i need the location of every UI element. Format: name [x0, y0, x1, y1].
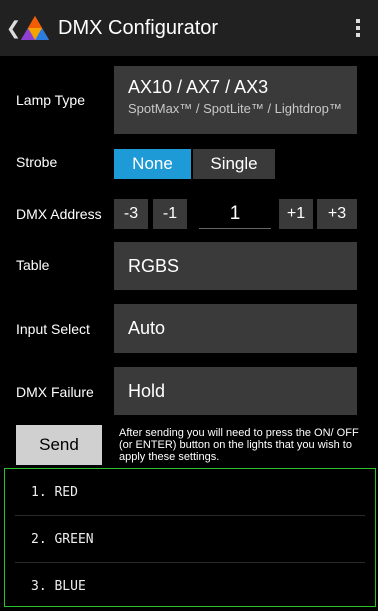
- lamp-type-value: AX10 / AX7 / AX3: [128, 77, 269, 97]
- strobe-single-button[interactable]: Single: [193, 149, 275, 179]
- list-item-red[interactable]: 1. RED: [15, 469, 365, 516]
- table-value: RGBS: [128, 255, 180, 276]
- table-select[interactable]: RGBS: [114, 242, 357, 290]
- address-plus-3-button[interactable]: +3: [317, 199, 357, 229]
- app-title: DMX Configurator: [58, 16, 219, 39]
- dmx-failure-select[interactable]: Hold: [114, 367, 357, 415]
- list-item-green[interactable]: 2. GREEN: [15, 516, 365, 563]
- more-vert-icon[interactable]: [346, 12, 370, 44]
- dmx-failure-value: Hold: [128, 380, 166, 401]
- input-select-value: Auto: [128, 318, 166, 338]
- color-list: 1. RED 2. GREEN 3. BLUE: [4, 468, 376, 607]
- lamp-type-select[interactable]: AX10 / AX7 / AX3 SpotMax™ / SpotLite™ / …: [114, 66, 357, 134]
- chevron-left-icon[interactable]: ❮: [6, 18, 21, 39]
- strobe-label: Strobe: [16, 154, 58, 170]
- lamp-type-subtitle: SpotMax™ / SpotLite™ / Lightdrop™: [128, 101, 342, 116]
- app-bar: ❮ DMX Configurator: [0, 0, 378, 56]
- strobe-none-button[interactable]: None: [114, 149, 191, 179]
- address-plus-1-button[interactable]: +1: [279, 199, 313, 229]
- table-label: Table: [16, 257, 50, 273]
- app-logo: [21, 16, 49, 40]
- dmx-failure-label: DMX Failure: [16, 384, 94, 400]
- list-item-blue[interactable]: 3. BLUE: [15, 563, 365, 609]
- dmx-address-input[interactable]: 1: [199, 199, 271, 229]
- address-minus-1-button[interactable]: -1: [153, 199, 187, 229]
- input-select-label: Input Select: [16, 321, 90, 337]
- address-minus-3-button[interactable]: -3: [114, 199, 148, 229]
- send-button[interactable]: Send: [16, 425, 102, 465]
- send-note: After sending you will need to press the…: [119, 427, 359, 463]
- lamp-type-label: Lamp Type: [16, 92, 86, 108]
- input-select-select[interactable]: Auto: [114, 304, 357, 353]
- dmx-address-label: DMX Address: [16, 206, 102, 222]
